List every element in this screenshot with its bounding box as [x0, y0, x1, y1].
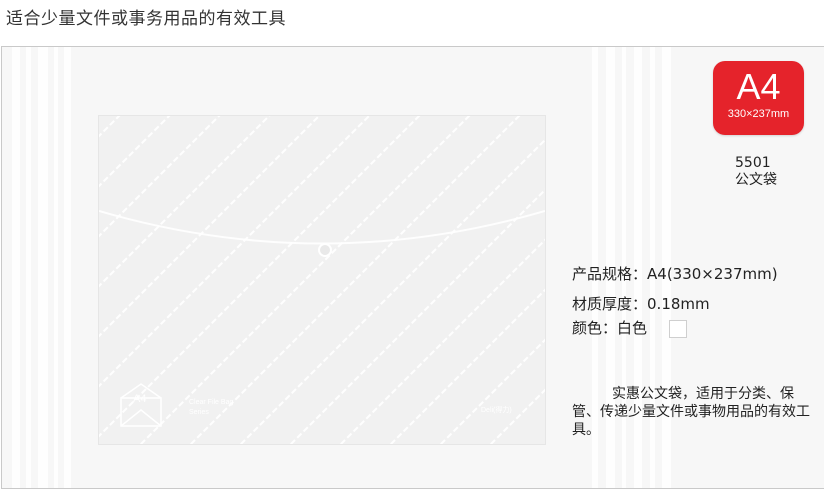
model-name: 公文袋 — [735, 172, 777, 188]
product-description: 实惠公文袋，适用于分类、保管、传递少量文件或事物用品的有效工具。 — [572, 386, 810, 438]
model-number: 5501 — [735, 155, 771, 171]
bag-size-print: A4 — [133, 393, 146, 405]
spec-color: 颜色：白色 — [572, 317, 688, 338]
spec-size: 产品规格：A4(330×237mm) — [572, 263, 778, 284]
badge-size: A4 — [736, 66, 781, 107]
spec-size-label: 产品规格： — [572, 265, 648, 283]
envelope-logo-icon — [120, 383, 162, 427]
snap-button-icon — [318, 243, 332, 257]
spec-color-value: 白色 — [617, 319, 648, 337]
envelope-image: A4 Clear File Bag Series Deli(得力) — [98, 115, 546, 445]
badge-dimensions: 330×237mm — [727, 108, 790, 120]
color-swatch — [669, 319, 688, 338]
spec-thickness-label: 材质厚度： — [572, 295, 648, 313]
spec-size-value: A4(330×237mm) — [647, 265, 778, 283]
size-badge: A4 330×237mm — [713, 61, 804, 135]
spec-thickness-value: 0.18mm — [647, 295, 710, 313]
bag-brand-print: Deli(得力) — [481, 405, 512, 414]
spec-color-label: 颜色： — [572, 319, 618, 337]
bag-series-line1: Clear File Bag — [189, 399, 233, 406]
spec-thickness: 材质厚度：0.18mm — [572, 293, 710, 314]
bag-series-line2: Series — [189, 409, 209, 416]
product-panel: A4 Clear File Bag Series Deli(得力) A4 330… — [1, 46, 824, 489]
page-headline: 适合少量文件或事务用品的有效工具 — [6, 9, 286, 29]
model-info: 5501 公文袋 — [735, 155, 777, 189]
